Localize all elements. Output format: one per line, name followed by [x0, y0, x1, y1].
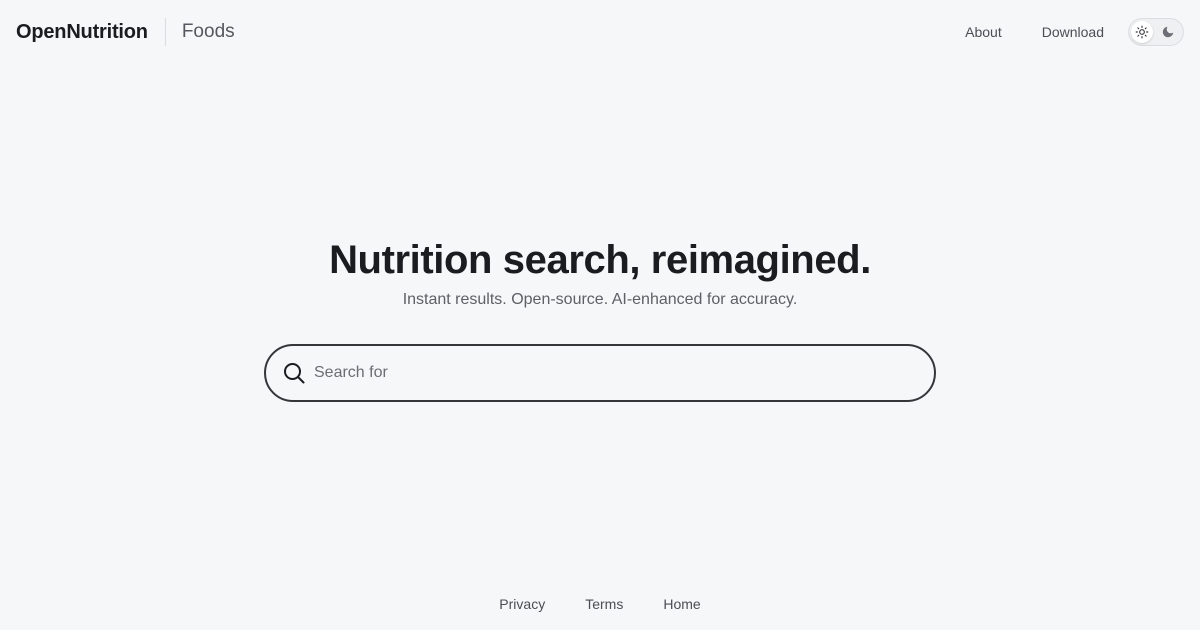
header-divider: [164, 18, 166, 46]
dark-mode-button[interactable]: [1157, 21, 1179, 43]
hero-headline: Nutrition search, reimagined.: [329, 238, 871, 282]
page: OpenNutrition Foods About Download Nutri…: [0, 0, 1200, 630]
foods-section-link[interactable]: Foods: [182, 21, 235, 43]
search-input[interactable]: [314, 353, 934, 393]
nav-download-link[interactable]: Download: [1042, 24, 1104, 40]
moon-icon: [1162, 26, 1174, 38]
top-nav-bar: OpenNutrition Foods About Download: [0, 0, 1200, 64]
theme-toggle: [1128, 18, 1184, 46]
footer-privacy-link[interactable]: Privacy: [499, 596, 545, 612]
footer-terms-link[interactable]: Terms: [585, 596, 623, 612]
hero-subheadline: Instant results. Open-source. AI-enhance…: [402, 291, 798, 308]
sun-icon: [1135, 25, 1149, 39]
brand-logo-link[interactable]: OpenNutrition: [16, 21, 148, 44]
footer: Privacy Terms Home: [0, 592, 1200, 616]
footer-home-link[interactable]: Home: [663, 596, 700, 612]
search-icon: [282, 361, 306, 385]
light-mode-button[interactable]: [1131, 21, 1153, 43]
search-bar[interactable]: [264, 344, 936, 402]
nav-about-link[interactable]: About: [965, 24, 1002, 40]
hero-section: Nutrition search, reimagined. Instant re…: [0, 236, 1200, 310]
